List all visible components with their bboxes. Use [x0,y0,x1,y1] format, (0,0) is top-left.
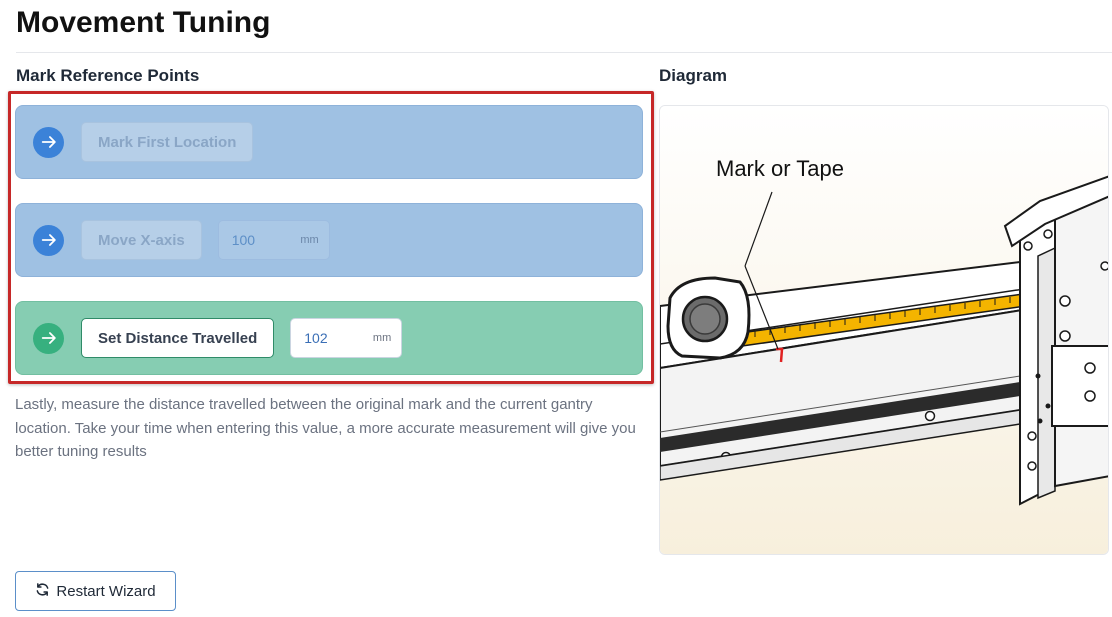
distance-travelled-unit: mm [372,332,392,344]
step-move-x-axis: Move X-axis mm [15,203,643,277]
move-distance-value[interactable] [231,232,292,248]
restart-wizard-button[interactable]: Restart Wizard [15,571,176,611]
diagram-label: Mark or Tape [716,156,844,181]
page-title: Movement Tuning [16,6,271,39]
step-set-distance-travelled: Set Distance Travelled mm [15,301,643,375]
move-distance-unit: mm [300,234,319,246]
set-distance-travelled-button[interactable]: Set Distance Travelled [81,318,275,358]
step-mark-first-location: Mark First Location [15,105,643,179]
instructions-text: Lastly, measure the distance travelled b… [15,396,636,460]
gantry-tape-measure-illustration: Mark or Tape [660,106,1108,554]
arrow-right-icon [33,126,64,158]
move-x-axis-button[interactable]: Move X-axis [81,220,202,260]
arrow-right-icon [33,224,64,256]
mark-first-location-button[interactable]: Mark First Location [81,122,254,162]
restart-wizard-label: Restart Wizard [56,582,156,600]
refresh-icon [35,582,50,601]
diagram-heading: Diagram [659,66,728,85]
diagram-image: Mark or Tape [659,105,1109,555]
arrow-right-icon [33,322,64,354]
distance-travelled-input[interactable]: mm [290,318,403,358]
distance-travelled-value[interactable] [304,330,365,346]
move-distance-input[interactable]: mm [217,220,330,260]
mark-reference-heading: Mark Reference Points [16,66,200,85]
title-divider [16,52,1112,53]
